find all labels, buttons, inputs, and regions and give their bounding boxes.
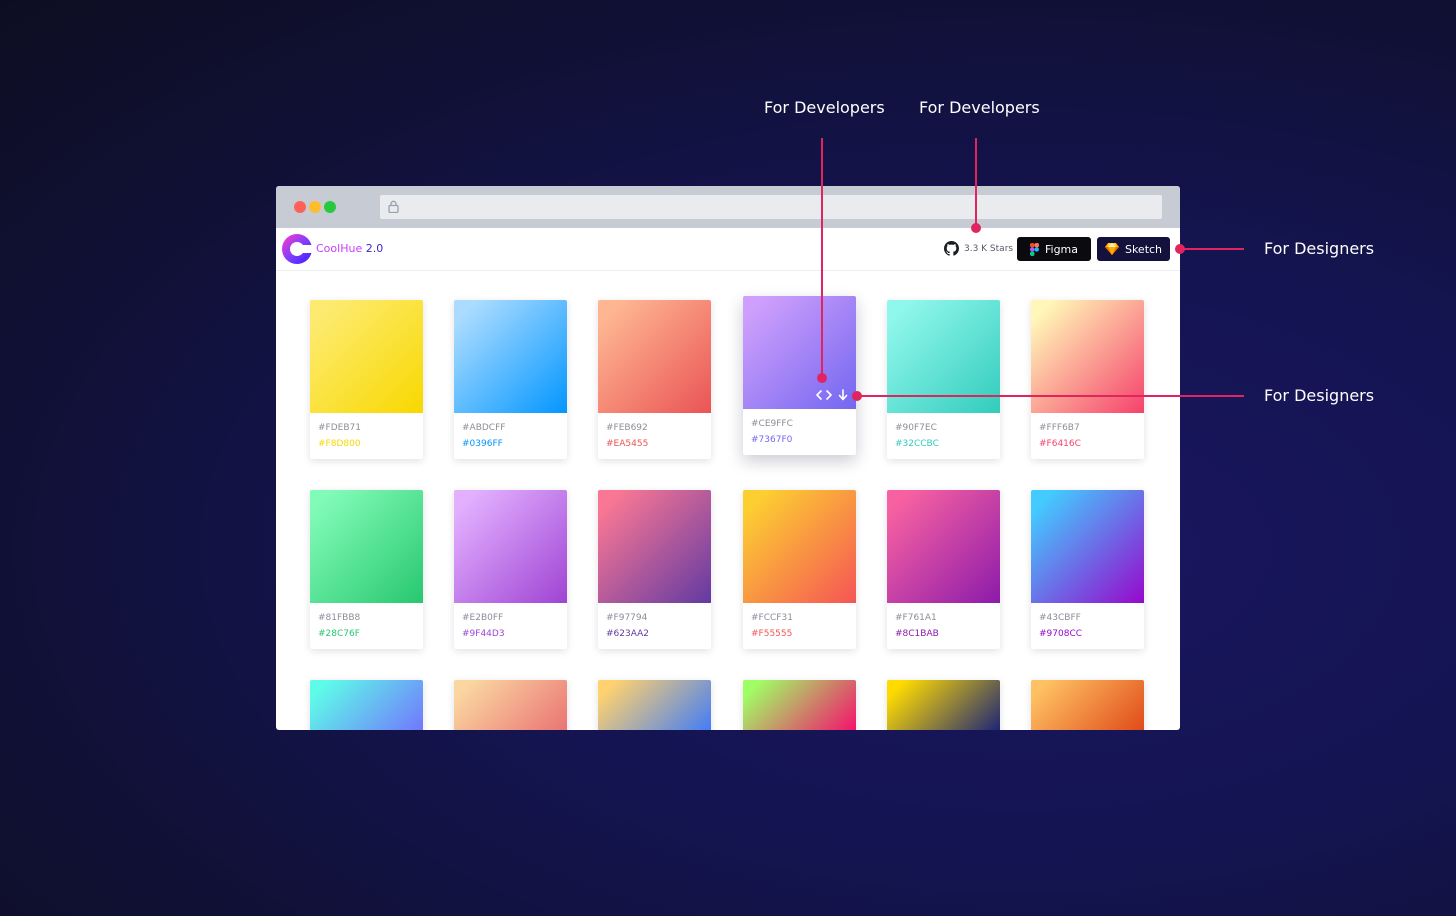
color-start-code[interactable]: #FCCF31 <box>751 613 793 623</box>
app-header: CoolHue 2.0 3.3 K Stars Figma Sketch <box>276 228 1180 271</box>
gradient-swatch[interactable] <box>1031 490 1144 603</box>
color-end-code[interactable]: #F8D800 <box>318 439 361 449</box>
maximize-window-dot[interactable] <box>324 201 336 213</box>
callout-dot-developers-2 <box>971 223 981 233</box>
gradient-card[interactable]: #90F7EC #32CCBC <box>887 300 1000 459</box>
color-end-code[interactable]: #F6416C <box>1039 439 1081 449</box>
annotation-for-developers-2: For Developers <box>919 98 1040 117</box>
sketch-button[interactable]: Sketch <box>1097 237 1170 261</box>
gradient-card[interactable]: #ABDCFF #0396FF <box>454 300 567 459</box>
brand-version: 2.0 <box>362 242 384 255</box>
color-start-code[interactable]: #FFF6B7 <box>1039 423 1080 433</box>
color-start-code[interactable]: #FDEB71 <box>318 423 361 433</box>
lock-icon <box>388 200 399 213</box>
color-end-code[interactable]: #28C76F <box>318 629 360 639</box>
color-start-code[interactable]: #FEB692 <box>606 423 648 433</box>
figma-icon <box>1029 242 1039 256</box>
close-window-dot[interactable] <box>294 201 306 213</box>
coolhue-logo-icon[interactable] <box>282 234 312 264</box>
callout-dot-developers-1 <box>817 373 827 383</box>
gradient-card[interactable]: #FFF6B7 #F6416C <box>1031 300 1144 459</box>
brand-name: CoolHue <box>316 242 363 255</box>
address-bar[interactable] <box>380 195 1162 219</box>
color-end-code[interactable]: #0396FF <box>462 439 503 449</box>
gradient-card[interactable] <box>598 680 711 730</box>
gradient-swatch[interactable] <box>310 490 423 603</box>
callout-dot-designers-1 <box>1175 244 1185 254</box>
annotation-for-developers-1: For Developers <box>764 98 885 117</box>
brand-title[interactable]: CoolHue 2.0 <box>316 242 383 255</box>
minimize-window-dot[interactable] <box>309 201 321 213</box>
gradient-card[interactable]: #43CBFF #9708CC <box>1031 490 1144 649</box>
color-start-code[interactable]: #90F7EC <box>895 423 937 433</box>
github-icon <box>944 241 959 256</box>
browser-chrome <box>276 186 1180 228</box>
gradient-card[interactable] <box>1031 680 1144 730</box>
gradient-card[interactable] <box>454 680 567 730</box>
color-end-code[interactable]: #623AA2 <box>606 629 649 639</box>
callout-line-developers-2 <box>975 138 977 228</box>
color-end-code[interactable]: #8C1BAB <box>895 629 939 639</box>
color-end-code[interactable]: #F55555 <box>751 629 792 639</box>
sketch-button-label: Sketch <box>1124 242 1163 256</box>
callout-line-designers-1 <box>1180 248 1244 250</box>
callout-line-designers-2 <box>857 395 1244 397</box>
annotation-for-designers-1: For Designers <box>1264 239 1375 258</box>
gradient-card[interactable]: #F761A1 #8C1BAB <box>887 490 1000 649</box>
gradient-card[interactable]: #E2B0FF #9F44D3 <box>454 490 567 649</box>
gradient-grid: #FDEB71 #F8D800 #ABDCFF #0396FF #FEB692 #EA54… <box>276 271 1180 730</box>
gradient-swatch[interactable] <box>743 490 856 603</box>
figma-button[interactable]: Figma <box>1017 237 1091 261</box>
gradient-card[interactable]: #FCCF31 #F55555 <box>743 490 856 649</box>
sketch-icon <box>1104 243 1119 255</box>
gradient-card[interactable] <box>743 680 856 730</box>
color-end-code[interactable]: #EA5455 <box>606 439 648 449</box>
gradient-card[interactable]: #CE9FFC #7367F0 <box>743 296 856 455</box>
color-start-code[interactable]: #ABDCFF <box>462 423 505 433</box>
browser-window: CoolHue 2.0 3.3 K Stars Figma Sketch #FD… <box>276 186 1180 730</box>
gradient-swatch[interactable] <box>598 490 711 603</box>
gradient-card[interactable]: #F97794 #623AA2 <box>598 490 711 649</box>
color-start-code[interactable]: #CE9FFC <box>751 419 793 429</box>
color-start-code[interactable]: #81FBB8 <box>318 613 360 623</box>
gradient-card[interactable] <box>310 680 423 730</box>
gradient-swatch[interactable] <box>454 490 567 603</box>
github-stars-link[interactable]: 3.3 K Stars <box>944 241 1013 256</box>
color-start-code[interactable]: #F97794 <box>606 613 647 623</box>
color-end-code[interactable]: #9708CC <box>1039 629 1082 639</box>
figma-button-label: Figma <box>1044 242 1079 256</box>
color-end-code[interactable]: #9F44D3 <box>462 629 505 639</box>
gradient-card[interactable]: #81FBB8 #28C76F <box>310 490 423 649</box>
color-end-code[interactable]: #32CCBC <box>895 439 939 449</box>
gradient-card[interactable] <box>887 680 1000 730</box>
color-start-code[interactable]: #E2B0FF <box>462 613 503 623</box>
gradient-card[interactable]: #FEB692 #EA5455 <box>598 300 711 459</box>
callout-line-developers-1 <box>821 138 823 378</box>
gradient-card[interactable]: #FDEB71 #F8D800 <box>310 300 423 459</box>
download-icon[interactable] <box>838 389 848 401</box>
color-end-code[interactable]: #7367F0 <box>751 435 792 445</box>
annotation-for-designers-2: For Designers <box>1264 386 1375 405</box>
swatch-actions <box>816 389 848 401</box>
gradient-swatch[interactable] <box>454 300 567 413</box>
gradient-swatch[interactable] <box>887 490 1000 603</box>
stars-count: 3.3 K Stars <box>964 243 1014 254</box>
gradient-swatch[interactable] <box>310 300 423 413</box>
color-start-code[interactable]: #F761A1 <box>895 613 937 623</box>
color-start-code[interactable]: #43CBFF <box>1039 613 1081 623</box>
callout-dot-designers-2 <box>852 391 862 401</box>
code-icon[interactable] <box>816 390 832 400</box>
gradient-swatch[interactable] <box>598 300 711 413</box>
